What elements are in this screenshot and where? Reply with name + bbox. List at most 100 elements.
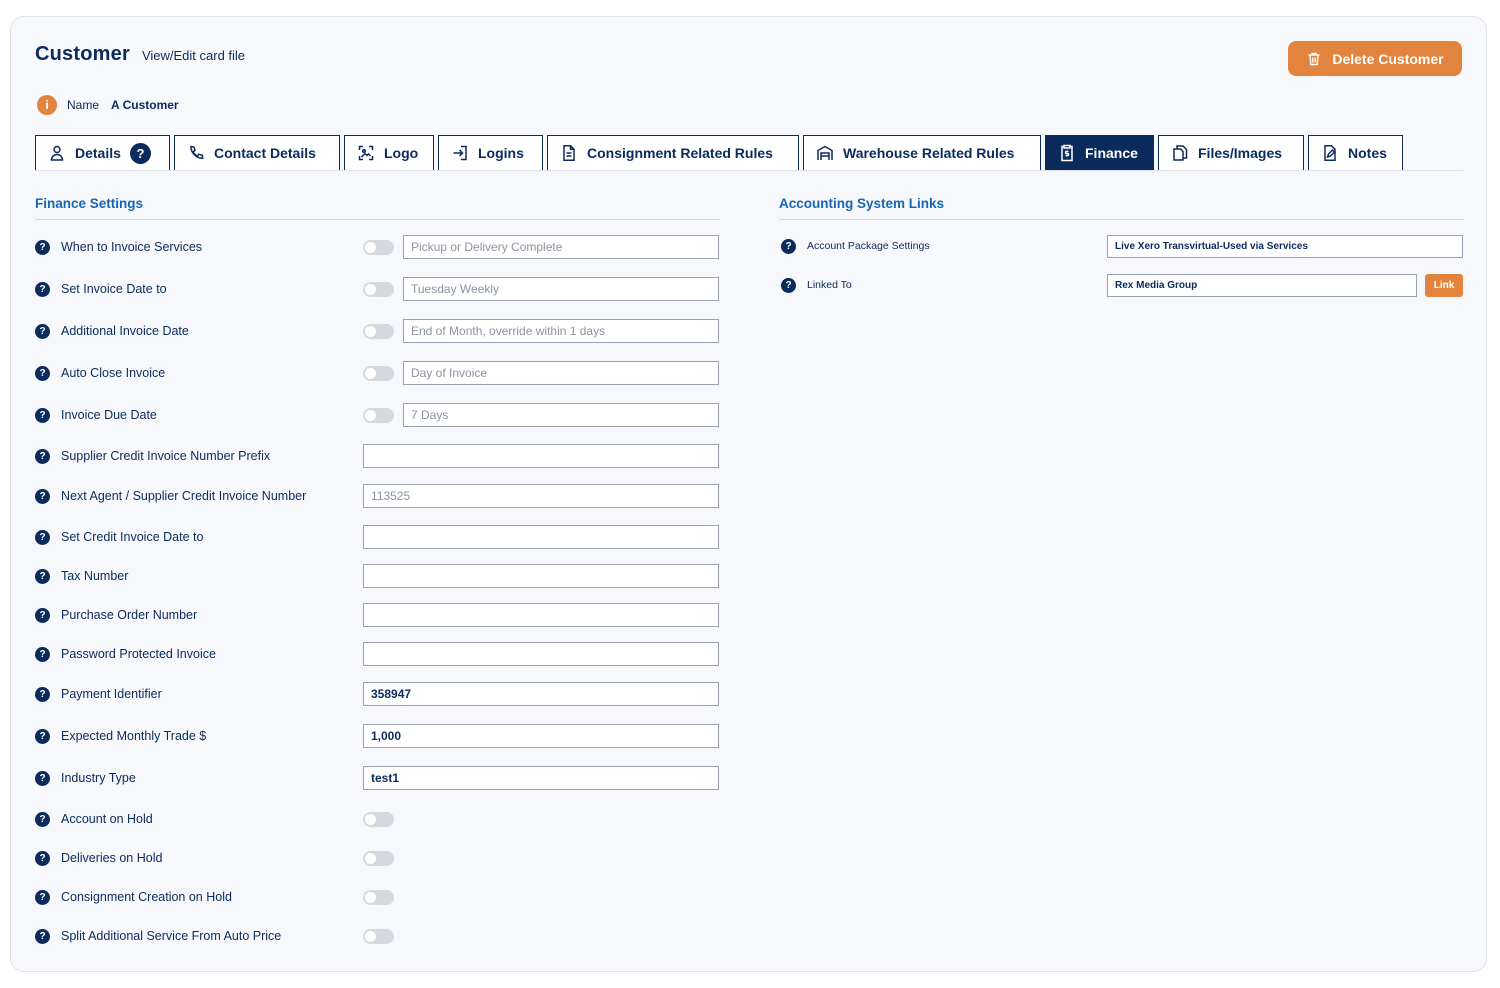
- help-icon[interactable]: ?: [35, 281, 50, 297]
- account-package-field[interactable]: Live Xero Transvirtual-Used via Services: [1107, 235, 1463, 258]
- help-icon[interactable]: ?: [35, 889, 50, 905]
- tab-warehouse-rules-label: Warehouse Related Rules: [843, 145, 1015, 161]
- accounting-links-divider: [779, 219, 1464, 220]
- help-icon[interactable]: ?: [35, 728, 50, 744]
- toggle-switch[interactable]: [363, 812, 394, 827]
- phone-icon: [190, 145, 204, 159]
- linked-to-field[interactable]: Rex Media Group: [1107, 274, 1417, 297]
- tab-notes[interactable]: Notes: [1308, 135, 1403, 171]
- trash-icon: [1308, 52, 1320, 65]
- field-input-auto-close-invoice[interactable]: Day of Invoice: [403, 361, 719, 385]
- field-input-supplier-credit-invoice-number-prefix[interactable]: [363, 444, 719, 468]
- finance-row-auto-close-invoice: ? Auto Close Invoice Day of Invoice: [35, 361, 720, 385]
- finance-row-payment-identifier: ? Payment Identifier 358947: [35, 682, 720, 706]
- tab-logins-label: Logins: [478, 145, 524, 161]
- tab-notes-label: Notes: [1348, 145, 1387, 161]
- link-button[interactable]: Link: [1425, 274, 1463, 297]
- field-input-password-protected-invoice[interactable]: [363, 642, 719, 666]
- tab-consignment-rules-label: Consignment Related Rules: [587, 145, 773, 161]
- help-icon[interactable]: ?: [35, 686, 50, 702]
- field-label: Consignment Creation on Hold: [61, 890, 232, 904]
- help-icon[interactable]: ?: [35, 239, 50, 255]
- help-icon[interactable]: ?: [35, 607, 50, 623]
- field-input-when-to-invoice-services[interactable]: Pickup or Delivery Complete: [403, 235, 719, 259]
- field-label: Invoice Due Date: [61, 408, 157, 422]
- document-icon: [563, 145, 575, 161]
- field-label: Tax Number: [61, 569, 129, 583]
- field-label: Set Credit Invoice Date to: [61, 530, 204, 544]
- field-label: Set Invoice Date to: [61, 282, 167, 296]
- tab-consignment-rules[interactable]: Consignment Related Rules: [547, 135, 799, 171]
- help-icon[interactable]: ?: [35, 646, 50, 662]
- field-input-payment-identifier[interactable]: 358947: [363, 682, 719, 706]
- finance-row-tax-number: ? Tax Number: [35, 564, 720, 588]
- finance-row-password-protected-invoice: ? Password Protected Invoice: [35, 642, 720, 666]
- warehouse-icon: [817, 145, 833, 160]
- toggle-switch[interactable]: [363, 282, 394, 297]
- field-input-next-agent-supplier-credit-invoice-number[interactable]: 113525: [363, 484, 719, 508]
- page-title: Customer: [35, 43, 130, 65]
- field-label: When to Invoice Services: [61, 240, 203, 254]
- tab-logo[interactable]: Logo: [344, 135, 434, 171]
- tab-details-label: Details: [75, 145, 121, 161]
- page-header: Customer View/Edit card file: [35, 43, 245, 66]
- finance-row-when-to-invoice-services: ? When to Invoice Services Pickup or Deliv…: [35, 235, 720, 259]
- tab-warehouse-rules[interactable]: Warehouse Related Rules: [803, 135, 1041, 171]
- help-icon[interactable]: ?: [35, 323, 50, 339]
- field-input-invoice-due-date[interactable]: 7 Days: [403, 403, 719, 427]
- account-package-row: ? Account Package Settings Live Xero Tra…: [781, 235, 1463, 259]
- field-label: Payment Identifier: [61, 687, 162, 701]
- accounting-links-title: Accounting System Links: [779, 196, 945, 211]
- field-input-expected-monthly-trade[interactable]: 1,000: [363, 724, 719, 748]
- finance-row-set-invoice-date-to: ? Set Invoice Date to Tuesday Weekly: [35, 277, 720, 301]
- help-icon[interactable]: ?: [35, 488, 50, 504]
- field-input-tax-number[interactable]: [363, 564, 719, 588]
- toggle-switch[interactable]: [363, 890, 394, 905]
- help-icon[interactable]: ?: [35, 365, 50, 381]
- delete-customer-button[interactable]: Delete Customer: [1288, 41, 1462, 76]
- help-icon[interactable]: ?: [35, 407, 50, 423]
- tab-logins[interactable]: Logins: [438, 135, 543, 171]
- finance-row-consignment-creation-on-hold: ? Consignment Creation on Hold: [35, 885, 720, 909]
- help-icon[interactable]: ?: [35, 928, 50, 944]
- customer-name-row: i Name A Customer: [37, 95, 179, 115]
- help-icon[interactable]: ?: [781, 278, 796, 293]
- help-icon[interactable]: ?: [35, 770, 50, 786]
- tab-contact-details[interactable]: Contact Details: [174, 135, 340, 171]
- toggle-switch[interactable]: [363, 324, 394, 339]
- user-icon: [50, 145, 64, 161]
- toggle-switch[interactable]: [363, 851, 394, 866]
- help-icon[interactable]: ?: [35, 568, 50, 584]
- finance-row-industry-type: ? Industry Type test1: [35, 766, 720, 790]
- help-icon[interactable]: ?: [35, 850, 50, 866]
- linked-to-row: ? Linked To Rex Media Group Link: [781, 274, 1463, 298]
- help-icon[interactable]: ?: [35, 529, 50, 545]
- toggle-switch[interactable]: [363, 929, 394, 944]
- tab-details[interactable]: Details ?: [35, 135, 170, 171]
- toggle-switch[interactable]: [363, 240, 394, 255]
- tab-bar: Details ? Contact Details Logo Logins Co…: [35, 135, 1403, 171]
- field-input-set-credit-invoice-date-to[interactable]: [363, 525, 719, 549]
- finance-row-split-additional-service-from-auto-price: ? Split Additional Service From Auto Pric…: [35, 924, 720, 948]
- help-icon[interactable]: ?: [129, 142, 151, 164]
- help-icon[interactable]: ?: [781, 239, 796, 254]
- tab-files-images-label: Files/Images: [1198, 145, 1283, 161]
- field-input-additional-invoice-date[interactable]: End of Month, override within 1 days: [403, 319, 719, 343]
- help-icon[interactable]: ?: [35, 448, 50, 464]
- field-input-set-invoice-date-to[interactable]: Tuesday Weekly: [403, 277, 719, 301]
- delete-customer-label: Delete Customer: [1332, 50, 1444, 67]
- help-icon[interactable]: ?: [35, 811, 50, 827]
- tab-files-images[interactable]: Files/Images: [1158, 135, 1304, 171]
- finance-row-expected-monthly-trade: ? Expected Monthly Trade $ 1,000: [35, 724, 720, 748]
- toggle-switch[interactable]: [363, 408, 394, 423]
- finance-row-set-credit-invoice-date-to: ? Set Credit Invoice Date to: [35, 525, 720, 549]
- field-label: Industry Type: [61, 771, 136, 785]
- customer-card: Customer View/Edit card file Delete Cust…: [10, 16, 1487, 972]
- tab-finance[interactable]: Finance: [1045, 135, 1154, 171]
- field-input-purchase-order-number[interactable]: [363, 603, 719, 627]
- linked-to-label: Linked To: [807, 279, 852, 291]
- field-input-industry-type[interactable]: test1: [363, 766, 719, 790]
- field-label: Next Agent / Supplier Credit Invoice Num…: [61, 489, 307, 503]
- name-label: Name: [67, 98, 100, 112]
- toggle-switch[interactable]: [363, 366, 394, 381]
